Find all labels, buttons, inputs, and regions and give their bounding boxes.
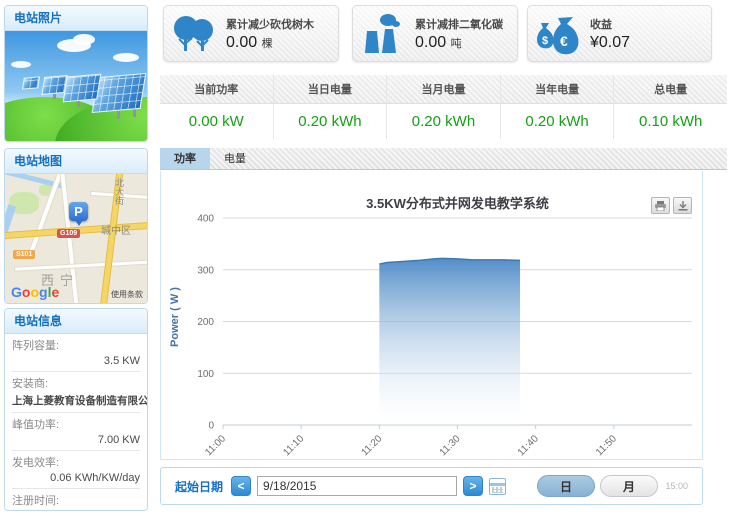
info-row-registered: 注册时间: 元月 18,2015 [12,489,140,511]
date-controls-bar: 起始日期 < > 日 月 15:00 [160,467,703,505]
info-row-installer: 安装商: 上海上菱教育设备制造有限公司 [12,372,140,413]
info-value: 上海上菱教育设备制造有限公司 [12,391,140,408]
chart-panel: 3.5KW分布式并网发电教学系统 Power ( W ) 01002003004… [160,171,703,460]
stat-value-total-energy: 0.10 kWh [614,104,727,139]
stats-strip: 当前功率 当日电量 当月电量 当年电量 总电量 0.00 kW 0.20 kWh… [160,75,727,139]
card-text: 累计减排二氧化碳 0.00 吨 [415,16,517,52]
date-input[interactable] [257,476,457,496]
solar-panel [63,74,102,103]
month-view-button[interactable]: 月 [600,475,658,497]
road-badge-s101: S101 [13,250,35,259]
photo-panel-title: 电站照片 [5,6,147,31]
next-day-button[interactable]: > [463,476,483,496]
y-tick-label: 300 [197,265,214,276]
card-unit: 棵 [262,38,273,50]
map-panel-title: 电站地图 [5,149,147,174]
chart-tabbar: 功率 电量 [160,148,727,170]
info-label: 发电效率: [12,454,140,470]
map-district-label: 城中区 [101,222,131,237]
info-value: 7.00 KW [12,432,140,446]
period-toggle-group: 日 月 [537,475,658,497]
card-value: 0.00 [415,34,446,51]
card-trees: 累计减少砍伐树木 0.00 棵 [163,5,339,62]
info-row-efficiency: 发电效率: 0.06 KWh/KW/day [12,451,140,489]
stat-header-current-power: 当前功率 [160,75,274,103]
x-tick-label: 11:50 [594,433,619,457]
card-label: 收益 [590,16,711,32]
info-label: 安装商: [12,375,140,391]
info-value: 元月 18,2015 [12,508,140,511]
solar-panel [41,75,67,95]
x-tick-label: 11:30 [438,433,463,457]
cloud-shape [113,53,139,62]
day-view-button[interactable]: 日 [537,475,595,497]
info-panel: 电站信息 阵列容量: 3.5 KW 安装商: 上海上菱教育设备制造有限公司 峰值… [4,308,148,511]
x-tick-label: 11:20 [359,433,384,457]
card-label: 累计减排二氧化碳 [415,16,517,32]
x-tick-label: 11:40 [516,433,541,457]
map-street-label: 北大街 [113,178,126,205]
x-tick-label: 11:10 [281,433,306,457]
y-tick-label: 0 [208,421,214,432]
card-text: 收益 ¥0.07 [590,16,711,52]
map-pin-marker[interactable]: P [69,202,88,221]
stats-values-row: 0.00 kW 0.20 kWh 0.20 kWh 0.20 kWh 0.10 … [160,104,727,139]
stat-value-daily-energy: 0.20 kWh [274,104,388,139]
svg-text:€: € [560,33,568,49]
stat-header-total-energy: 总电量 [614,75,727,103]
info-label: 阵列容量: [12,337,140,353]
station-map[interactable]: G109 S101 P 城中区 北大街 西宁 Google 使用条款 [5,174,147,303]
svg-text:$: $ [542,35,548,47]
stat-value-monthly-energy: 0.20 kWh [387,104,501,139]
calendar-icon[interactable] [489,478,506,495]
tab-power[interactable]: 功率 [160,148,210,169]
card-text: 累计减少砍伐树木 0.00 棵 [226,16,338,52]
x-tick-label: 11:00 [203,433,228,457]
info-value: 3.5 KW [12,353,140,367]
start-date-label: 起始日期 [175,478,223,495]
map-road [15,260,147,270]
time-hint-text: 15:00 [665,481,688,491]
cloud-shape [11,61,31,68]
chart-title: 3.5KW分布式并网发电教学系统 [223,193,692,212]
info-rows: 阵列容量: 3.5 KW 安装商: 上海上菱教育设备制造有限公司 峰值功率: 7… [5,334,147,511]
power-area-chart: 0 100 200 300 400 11:00 11:10 11:20 11:30 11:40 11… [161,211,702,457]
stat-value-yearly-energy: 0.20 kWh [501,104,615,139]
chart-area-fill [379,258,520,425]
photo-panel: 电站照片 [4,5,148,142]
stat-header-yearly-energy: 当年电量 [501,75,615,103]
card-value: 0.00 [226,34,257,51]
info-row-peak-power: 峰值功率: 7.00 KW [12,413,140,451]
road-badge-g109: G109 [57,229,80,238]
card-co2: 累计减排二氧化碳 0.00 吨 [352,5,518,62]
info-panel-title: 电站信息 [5,309,147,334]
card-unit: 吨 [451,38,462,50]
stat-header-daily-energy: 当日电量 [274,75,388,103]
info-value: 0.06 KWh/KW/day [12,470,140,484]
y-tick-label: 100 [197,369,214,380]
map-panel: 电站地图 G109 S101 P 城中区 北大街 西宁 Google 使用条款 [4,148,148,304]
cooling-towers-icon [353,13,415,55]
info-label: 注册时间: [12,492,140,508]
info-row-capacity: 阵列容量: 3.5 KW [12,334,140,372]
money-bags-icon: $ € [528,12,590,56]
cloud-shape [73,34,95,45]
tab-energy[interactable]: 电量 [210,148,260,169]
solar-panel [22,76,40,89]
card-income: $ € 收益 ¥0.07 [527,5,712,62]
stat-header-monthly-energy: 当月电量 [387,75,501,103]
card-value: ¥0.07 [590,34,630,51]
map-terms-link[interactable]: 使用条款 [111,289,143,300]
y-tick-label: 200 [197,317,214,328]
info-label: 峰值功率: [12,416,140,432]
dashboard-page: 电站照片 电站地图 [0,0,730,516]
google-logo[interactable]: Google [11,284,59,300]
prev-day-button[interactable]: < [231,476,251,496]
card-label: 累计减少砍伐树木 [226,16,338,32]
y-tick-label: 400 [197,214,214,225]
stat-value-current-power: 0.00 kW [160,104,274,139]
station-photo [5,31,147,141]
stats-header-row: 当前功率 当日电量 当月电量 当年电量 总电量 [160,75,727,104]
trees-icon [164,13,226,55]
